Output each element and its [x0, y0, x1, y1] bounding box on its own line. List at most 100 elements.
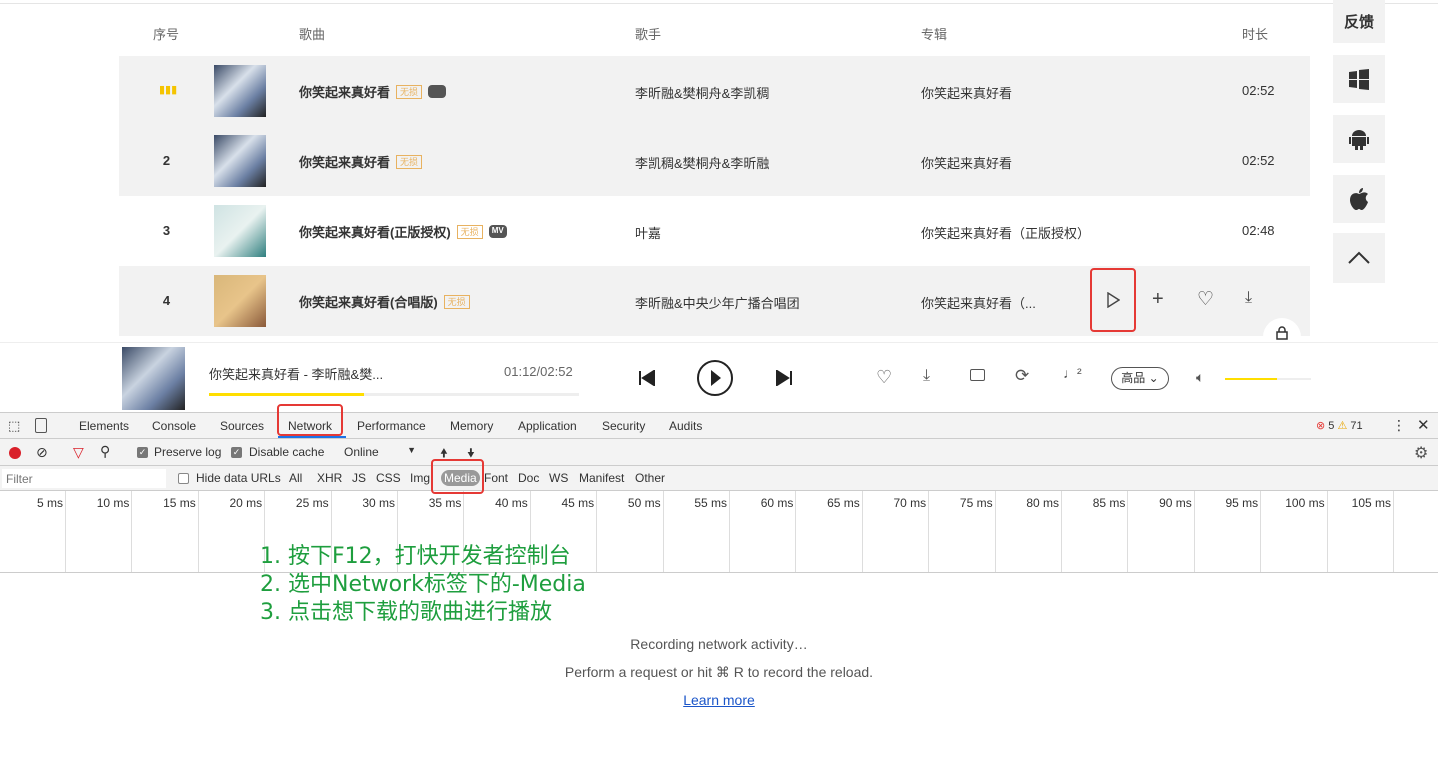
row-play-icon[interactable]: [1106, 292, 1120, 308]
timeline-tick: 5 ms: [3, 496, 63, 510]
throttle-select[interactable]: Online▼: [344, 445, 416, 459]
table-row[interactable]: ▮▮▮ 你笑起来真好看无损 李昕融&樊桐舟&李凯稠 你笑起来真好看 02:52: [119, 56, 1310, 126]
tab-console[interactable]: Console: [152, 419, 196, 433]
row-add-icon[interactable]: +: [1152, 288, 1164, 311]
close-icon[interactable]: ✕: [1417, 416, 1430, 434]
reload-hint: Perform a request or hit ⌘ R to record t…: [0, 664, 1438, 681]
back-to-top-button[interactable]: [1333, 233, 1385, 283]
timeline-gridline: [1393, 491, 1394, 572]
like-icon[interactable]: ♡: [876, 367, 892, 388]
tab-elements[interactable]: Elements: [79, 419, 129, 433]
album-cover[interactable]: [214, 205, 266, 257]
album[interactable]: 你笑起来真好看: [921, 83, 1012, 102]
previous-icon[interactable]: [638, 370, 656, 386]
album[interactable]: 你笑起来真好看（正版授权）: [921, 223, 1090, 242]
tab-sources[interactable]: Sources: [220, 419, 264, 433]
timeline-tick: 50 ms: [601, 496, 661, 510]
volume-icon[interactable]: 🔈︎: [1196, 369, 1204, 386]
album-cover[interactable]: [214, 275, 266, 327]
type-filter-other[interactable]: Other: [635, 471, 665, 485]
disable-cache-label: Disable cache: [249, 445, 324, 459]
device-toggle-icon[interactable]: [35, 418, 47, 433]
settings-gear-icon[interactable]: ⚙: [1414, 443, 1428, 463]
song-title[interactable]: 你笑起来真好看: [299, 152, 390, 171]
tab-memory[interactable]: Memory: [450, 419, 493, 433]
timeline-gridline: [729, 491, 730, 572]
type-filter-xhr[interactable]: XHR: [317, 471, 342, 485]
album[interactable]: 你笑起来真好看: [921, 153, 1012, 172]
timeline-gridline: [65, 491, 66, 572]
windows-download-button[interactable]: [1333, 55, 1385, 103]
hide-data-urls-checkbox[interactable]: [178, 473, 189, 484]
filter-input[interactable]: [2, 469, 166, 488]
tab-performance[interactable]: Performance: [357, 419, 426, 433]
timeline-tick: 30 ms: [335, 496, 395, 510]
type-filter-all[interactable]: All: [289, 471, 302, 485]
now-playing-cover: [122, 347, 185, 410]
next-icon[interactable]: [775, 370, 793, 386]
timeline-gridline: [928, 491, 929, 572]
hide-data-urls-label: Hide data URLs: [196, 471, 281, 485]
album-cover[interactable]: [214, 135, 266, 187]
table-row[interactable]: 3 你笑起来真好看(正版授权)无损MV 叶嘉 你笑起来真好看（正版授权） 02:…: [119, 196, 1310, 266]
play-icon[interactable]: [696, 359, 734, 397]
song-title[interactable]: 你笑起来真好看(正版授权): [299, 222, 451, 241]
comment-icon[interactable]: [970, 369, 985, 381]
progress-bar[interactable]: [209, 393, 579, 396]
timeline-tick: 85 ms: [1065, 496, 1125, 510]
devtools-panel: ⬚ ElementsConsoleSourcesNetworkPerforman…: [0, 412, 1438, 762]
row-like-icon[interactable]: ♡: [1197, 288, 1214, 311]
tab-audits[interactable]: Audits: [669, 419, 702, 433]
record-icon[interactable]: [9, 447, 21, 459]
error-count[interactable]: ⊗ 5 ⚠ 71: [1316, 419, 1363, 432]
type-filter-ws[interactable]: WS: [549, 471, 568, 485]
feedback-button[interactable]: 反馈: [1333, 0, 1385, 43]
lossless-tag: 无损: [457, 225, 483, 239]
loop-icon[interactable]: ⟳: [1015, 366, 1029, 386]
table-row[interactable]: 2 你笑起来真好看无损 李凯稠&樊桐舟&李昕融 你笑起来真好看 02:52: [119, 126, 1310, 196]
timeline-gridline: [1194, 491, 1195, 572]
search-icon[interactable]: ⚲: [100, 443, 110, 460]
divider: [0, 3, 1438, 4]
timeline-tick: 15 ms: [136, 496, 196, 510]
singer[interactable]: 李凯稠&樊桐舟&李昕融: [635, 153, 769, 172]
disable-cache-checkbox[interactable]: ✓: [231, 447, 242, 458]
tab-application[interactable]: Application: [518, 419, 577, 433]
timeline-tick: 10 ms: [69, 496, 129, 510]
android-download-button[interactable]: [1333, 115, 1385, 163]
album-cover[interactable]: [214, 65, 266, 117]
song-title[interactable]: 你笑起来真好看: [299, 82, 390, 101]
row-download-icon[interactable]: ⤓: [1245, 289, 1252, 307]
apple-download-button[interactable]: [1333, 175, 1385, 223]
network-toolbar: ⊘ ▽ ⚲ ✓ Preserve log ✓ Disable cache Onl…: [0, 439, 1438, 466]
quality-select[interactable]: 高品 ⌄: [1111, 367, 1169, 390]
mv-badge[interactable]: MV: [489, 225, 507, 238]
type-filter-manifest[interactable]: Manifest: [579, 471, 624, 485]
type-filter-img[interactable]: Img: [410, 471, 430, 485]
timeline-tick: 40 ms: [468, 496, 528, 510]
singer[interactable]: 叶嘉: [635, 223, 661, 242]
download-icon[interactable]: ⤓: [923, 367, 930, 385]
inspect-icon[interactable]: ⬚: [8, 418, 20, 434]
type-filter-doc[interactable]: Doc: [518, 471, 539, 485]
type-filter-css[interactable]: CSS: [376, 471, 401, 485]
album[interactable]: 你笑起来真好看（...: [921, 293, 1036, 312]
type-filter-font[interactable]: Font: [484, 471, 508, 485]
tab-security[interactable]: Security: [602, 419, 645, 433]
clear-icon[interactable]: ⊘: [36, 444, 48, 461]
android-icon: [1348, 127, 1370, 151]
highlight-media-filter: [431, 459, 484, 494]
row-seq: 3: [159, 223, 174, 238]
volume-slider[interactable]: [1225, 378, 1311, 380]
filter-icon[interactable]: ▽: [73, 444, 84, 461]
header-duration: 时长: [1242, 24, 1268, 43]
learn-more-link[interactable]: Learn more: [683, 692, 755, 708]
type-filter-js[interactable]: JS: [352, 471, 366, 485]
singer[interactable]: 李昕融&樊桐舟&李凯稠: [635, 83, 769, 102]
lyrics-icon[interactable]: ♩²: [1063, 365, 1082, 381]
preserve-log-checkbox[interactable]: ✓: [137, 447, 148, 458]
song-title[interactable]: 你笑起来真好看(合唱版): [299, 292, 438, 311]
singer[interactable]: 李昕融&中央少年广播合唱团: [635, 293, 800, 312]
more-icon[interactable]: ⋮: [1392, 417, 1406, 434]
timeline-gridline: [198, 491, 199, 572]
